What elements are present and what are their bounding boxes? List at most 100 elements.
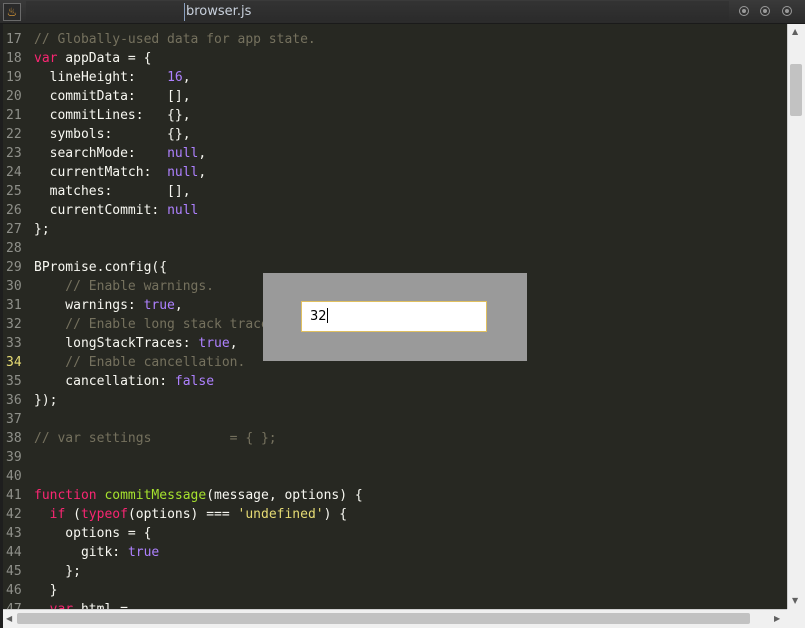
code-line[interactable]: 31 warnings: true, [3,296,183,315]
scrollbar-corner [787,609,805,628]
horizontal-scrollbar[interactable]: ◀ ▶ [3,609,787,628]
code-line[interactable]: 36}); [3,391,57,410]
maximize-button[interactable] [760,6,770,16]
line-number: 37 [6,412,22,427]
line-number: 46 [6,583,22,598]
code-text: // Enable cancellation. [34,353,245,372]
code-text: longStackTraces: true, [34,334,238,353]
code-line[interactable]: 35 cancellation: false [3,372,214,391]
code-token: currentCommit: [34,203,168,218]
code-line[interactable]: 27}; [3,220,50,239]
code-text: // Globally-used data for app state. [34,30,316,49]
code-text: warnings: true, [34,296,183,315]
minimize-button[interactable] [739,6,749,16]
code-token: function [34,488,97,503]
flame-icon[interactable]: ♨ [3,3,21,21]
code-line[interactable]: 38 // var settings = { }; [3,429,277,448]
code-text: }; [34,220,50,239]
code-line[interactable]: 32 // Enable long stack traces. [3,315,284,334]
code-line[interactable]: 43 options = { [3,524,151,543]
scroll-left-arrow-icon[interactable]: ◀ [6,614,12,623]
code-token: , [174,298,183,313]
vertical-scrollbar[interactable]: ▲ ▼ [787,24,805,609]
code-token: , [182,70,191,85]
line-number: 41 [6,488,22,503]
code-line[interactable]: 41 function commitMessage(message, option… [3,486,363,505]
code-token: 'undefined' [237,507,324,522]
code-text: function commitMessage(message, options)… [34,486,363,505]
code-token: , [229,336,238,351]
code-line[interactable]: 34 // Enable cancellation. [3,353,245,372]
code-line[interactable]: 33 longStackTraces: true, [3,334,238,353]
code-token: searchMode: [34,146,168,161]
text-caret [326,308,328,323]
code-token: // Enable cancellation. [34,355,246,370]
code-line[interactable]: 37 [3,410,34,429]
code-text: // Enable warnings. [34,277,214,296]
line-number: 23 [6,146,22,161]
line-number: 26 [6,203,22,218]
vertical-scroll-thumb[interactable] [790,64,802,116]
line-number: 21 [6,108,22,123]
code-text: matches: [], [34,182,191,201]
code-line[interactable]: 23 searchMode: null, [3,144,206,163]
goto-line-value: 32 [310,309,327,324]
line-number: 39 [6,450,22,465]
code-line[interactable]: 47 var html = [3,600,136,609]
code-line[interactable]: 28 [3,239,34,258]
code-line[interactable]: 26 currentCommit: null [3,201,198,220]
line-number: 45 [6,564,22,579]
code-text: BPromise.config({ [34,258,167,277]
goto-line-input[interactable]: 32 [301,301,487,332]
goto-line-dialog: 32 [263,273,527,361]
code-token: (message, options) { [206,488,363,503]
code-token: null [167,146,199,161]
code-line[interactable]: 21 commitLines: {}, [3,106,191,125]
code-token: (options) === [127,507,238,522]
code-token: currentMatch: [34,165,168,180]
code-token: BPromise.config({ [34,260,168,275]
code-line[interactable]: 22 symbols: {}, [3,125,191,144]
code-token: 16 [167,70,183,85]
line-number: 24 [6,165,22,180]
code-token: cancellation: [34,374,175,389]
scroll-up-arrow-icon[interactable]: ▲ [792,27,798,36]
code-line[interactable]: 17 // Globally-used data for app state. [3,30,316,49]
code-line[interactable]: 19 lineHeight: 16, [3,68,191,87]
code-token: }); [34,393,58,408]
code-line[interactable]: 40 [3,467,34,486]
code-line[interactable]: 39 [3,448,34,467]
code-line[interactable]: 29 BPromise.config({ [3,258,167,277]
code-line[interactable]: 44 gitk: true [3,543,159,562]
code-text: // var settings = { }; [34,429,277,448]
line-number: 20 [6,89,22,104]
code-token: true [127,545,160,560]
code-token: // Globally-used data for app state. [34,32,316,47]
code-text: options = { [34,524,151,543]
line-number: 18 [6,51,22,66]
scroll-right-arrow-icon[interactable]: ▶ [774,614,780,623]
code-token: html = [73,602,136,609]
close-button[interactable] [782,6,792,16]
code-token: longStackTraces: [34,336,199,351]
line-number: 47 [3,600,34,609]
code-line[interactable]: 45 }; [3,562,81,581]
code-token: : [112,545,128,560]
horizontal-scroll-thumb[interactable] [17,613,750,624]
code-token: warnings: [34,298,144,313]
code-token: gitk [34,545,113,560]
code-line[interactable]: 30 // Enable warnings. [3,277,214,296]
code-token: commitMessage [104,488,207,503]
code-line[interactable]: 24 currentMatch: null, [3,163,206,182]
line-number: 40 [6,469,22,484]
code-line[interactable]: 42 if (typeof(options) === 'undefined') … [3,505,347,524]
line-number: 29 [6,260,22,275]
code-text: gitk: true [34,543,159,562]
code-line[interactable]: 25 matches: [], [3,182,191,201]
scroll-down-arrow-icon[interactable]: ▼ [792,596,798,605]
code-line[interactable]: 18 var appData = { [3,49,151,68]
code-line[interactable]: 46 } [3,581,57,600]
code-line[interactable]: 20 commitData: [], [3,87,191,106]
code-token: , [198,165,207,180]
